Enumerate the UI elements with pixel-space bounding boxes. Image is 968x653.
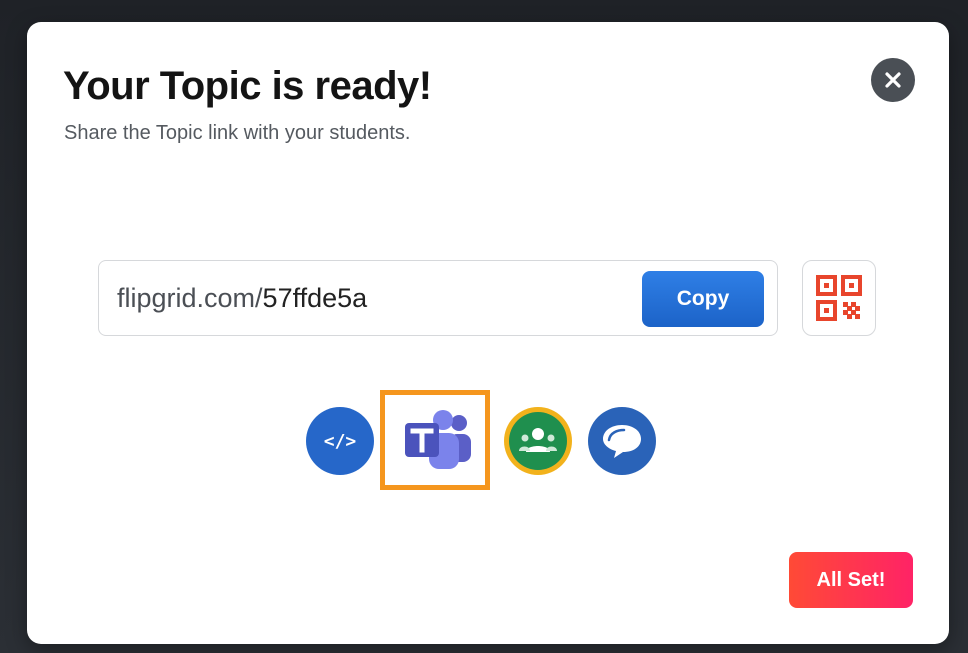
link-domain: flipgrid.com/ — [117, 283, 263, 313]
topic-ready-modal: Your Topic is ready! Share the Topic lin… — [27, 22, 949, 644]
qr-code-button[interactable] — [802, 260, 876, 336]
microsoft-teams-icon — [405, 410, 471, 469]
link-code: 57ffde5a — [262, 283, 368, 313]
all-set-button[interactable]: All Set! — [789, 552, 913, 608]
close-icon — [885, 72, 901, 88]
remind-icon — [603, 425, 641, 458]
microsoft-teams-button[interactable] — [399, 407, 479, 475]
close-button[interactable] — [871, 58, 915, 102]
google-classroom-button[interactable] — [504, 407, 572, 475]
copy-button[interactable]: Copy — [642, 271, 764, 327]
embed-code-button[interactable]: </> — [306, 407, 374, 475]
modal-title: Your Topic is ready! — [63, 64, 432, 108]
embed-code-icon: </> — [323, 430, 357, 452]
google-classroom-icon — [509, 412, 567, 470]
qr-code-icon — [816, 275, 862, 321]
remind-button[interactable] — [588, 407, 656, 475]
topic-link-field[interactable]: flipgrid.com/57ffde5a Copy — [98, 260, 778, 336]
modal-subtitle: Share the Topic link with your students. — [64, 122, 411, 144]
topic-link-text: flipgrid.com/57ffde5a — [117, 283, 367, 314]
